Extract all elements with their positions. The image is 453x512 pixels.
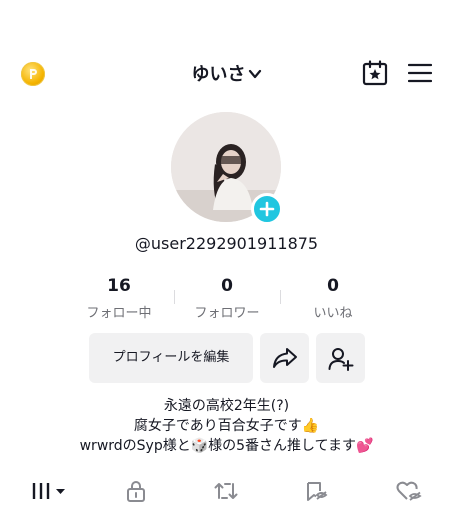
- add-user-icon: [328, 348, 354, 371]
- share-profile-button[interactable]: [260, 333, 309, 383]
- add-friend-button[interactable]: [316, 333, 365, 383]
- username[interactable]: ゆいさ: [192, 64, 246, 85]
- content-tabs: [0, 478, 453, 506]
- tab-saved[interactable]: [304, 480, 328, 506]
- stats-row: 16 フォロー中 0 フォロワー 0 いいね: [66, 276, 386, 322]
- bio-line: 永遠の高校2年生(?): [163, 398, 290, 414]
- calendar-star-icon[interactable]: [362, 60, 388, 90]
- plus-icon: [259, 201, 275, 217]
- stat-label: いいね: [313, 306, 353, 321]
- share-icon: [273, 348, 297, 368]
- user-handle: @user2292901911875: [134, 234, 319, 253]
- add-avatar-button[interactable]: [251, 193, 283, 225]
- liked-icon: [396, 481, 422, 501]
- videos-grid-icon: [32, 483, 65, 499]
- stat-label: フォロワー: [194, 306, 260, 321]
- stat-value: 16: [107, 276, 131, 296]
- stat-followers[interactable]: 0 フォロワー: [174, 276, 280, 321]
- bio-line: wrwrdのSyp様と🎲様の5番さん推してます💕: [79, 438, 374, 454]
- stat-likes[interactable]: 0 いいね: [280, 276, 386, 321]
- stat-value: 0: [327, 276, 339, 296]
- tab-liked[interactable]: [396, 480, 422, 506]
- tab-reposts[interactable]: [214, 480, 238, 506]
- tab-private[interactable]: [125, 480, 147, 506]
- menu-icon[interactable]: [407, 63, 433, 87]
- stat-value: 0: [221, 276, 233, 296]
- edit-profile-button[interactable]: プロフィールを編集: [89, 333, 253, 383]
- tab-videos[interactable]: [31, 480, 67, 506]
- top-bar: ゆいさ: [0, 56, 453, 92]
- bio: 永遠の高校2年生(?) 腐女子であり百合女子です👍 wrwrdのSyp様と🎲様の…: [0, 396, 453, 456]
- stat-label: フォロー中: [86, 306, 152, 321]
- repost-icon: [214, 483, 238, 499]
- stat-following[interactable]: 16 フォロー中: [66, 276, 172, 321]
- saved-icon: [307, 482, 328, 501]
- chevron-down-icon[interactable]: [248, 66, 262, 85]
- lock-icon: [127, 481, 145, 502]
- bio-line: 腐女子であり百合女子です👍: [133, 418, 320, 434]
